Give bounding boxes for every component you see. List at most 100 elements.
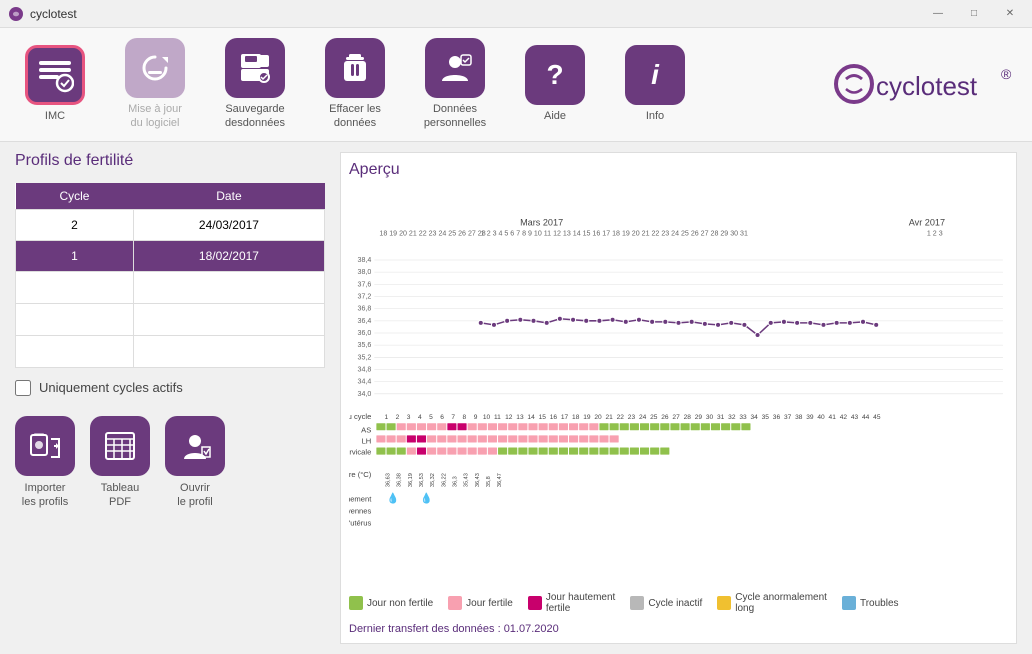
abnormal-color bbox=[717, 596, 731, 610]
fertile-color bbox=[448, 596, 462, 610]
svg-text:35,8: 35,8 bbox=[486, 476, 492, 487]
svg-text:Col de l'utérus: Col de l'utérus bbox=[349, 518, 371, 527]
toolbar-person[interactable]: Donnéespersonnelles bbox=[420, 38, 490, 131]
svg-text:33: 33 bbox=[739, 414, 747, 421]
svg-text:💧: 💧 bbox=[420, 491, 433, 504]
svg-text:®: ® bbox=[1001, 66, 1012, 82]
checkbox-row: Uniquement cycles actifs bbox=[15, 380, 325, 396]
svg-text:1 2 3 4 5 6 7 8 9 10 1: 1 2 3 4 5 6 7 8 9 10 11 12 13 14 15 16 1… bbox=[481, 229, 748, 237]
svg-text:17: 17 bbox=[561, 414, 569, 421]
svg-text:10: 10 bbox=[483, 414, 491, 421]
title-bar: cyclotest — □ ✕ bbox=[0, 0, 1032, 28]
svg-text:23: 23 bbox=[628, 414, 636, 421]
date-cell[interactable] bbox=[133, 303, 324, 335]
svg-text:36,43: 36,43 bbox=[475, 473, 481, 487]
legend-non-fertile: Jour non fertile bbox=[349, 596, 433, 610]
svg-text:3: 3 bbox=[407, 414, 411, 421]
svg-text:34: 34 bbox=[750, 414, 758, 421]
svg-text:2: 2 bbox=[396, 414, 400, 421]
date-cell[interactable]: 24/03/2017 bbox=[133, 209, 324, 240]
svg-text:25: 25 bbox=[650, 414, 658, 421]
svg-text:35,32: 35,32 bbox=[430, 473, 436, 487]
tableau-button[interactable]: TableauPDF bbox=[90, 416, 150, 510]
date-cell[interactable]: 18/02/2017 bbox=[133, 240, 324, 271]
svg-text:35: 35 bbox=[762, 414, 770, 421]
delete-label: Effacer lesdonnées bbox=[329, 102, 381, 131]
cycle-cell[interactable]: 2 bbox=[16, 209, 134, 240]
svg-text:28: 28 bbox=[684, 414, 692, 421]
svg-text:16: 16 bbox=[550, 414, 558, 421]
svg-text:15: 15 bbox=[539, 414, 547, 421]
import-icon bbox=[15, 416, 75, 476]
svg-text:36,53: 36,53 bbox=[419, 473, 425, 487]
svg-text:43: 43 bbox=[851, 414, 859, 421]
minimize-button[interactable]: — bbox=[924, 4, 952, 24]
help-label: Aide bbox=[544, 109, 566, 123]
date-cell[interactable] bbox=[133, 335, 324, 367]
fertility-profiles-title: Profils de fertilité bbox=[15, 152, 325, 170]
toolbar-imc[interactable]: IMC bbox=[20, 45, 90, 123]
ouvrir-button[interactable]: Ouvrirle profil bbox=[165, 416, 225, 510]
svg-text:36,8: 36,8 bbox=[358, 304, 372, 312]
maximize-button[interactable]: □ bbox=[960, 4, 988, 24]
toolbar-save[interactable]: Sauvegardedesdonnées bbox=[220, 38, 290, 131]
window-controls: — □ ✕ bbox=[924, 4, 1024, 24]
main-content: Profils de fertilité Cycle Date 224/03/2… bbox=[0, 142, 1032, 654]
legend-fertile: Jour fertile bbox=[448, 596, 513, 610]
svg-text:18: 18 bbox=[572, 414, 580, 421]
svg-text:Douleurs moyennes: Douleurs moyennes bbox=[349, 506, 371, 515]
info-label: Info bbox=[646, 109, 664, 123]
legend-area: Jour non fertile Jour fertile Jour haute… bbox=[349, 587, 1008, 619]
svg-text:37,2: 37,2 bbox=[358, 292, 372, 300]
cycle-cell[interactable] bbox=[16, 335, 134, 367]
bottom-buttons: Importerles profils bbox=[15, 416, 325, 510]
ouvrir-icon bbox=[165, 416, 225, 476]
update-icon bbox=[125, 38, 185, 98]
cycle-header: Cycle bbox=[16, 183, 134, 210]
info-icon: i bbox=[625, 45, 685, 105]
svg-text:37,6: 37,6 bbox=[358, 280, 372, 288]
svg-text:Jour du cycle: Jour du cycle bbox=[349, 412, 371, 421]
svg-text:6: 6 bbox=[440, 414, 444, 421]
import-button[interactable]: Importerles profils bbox=[15, 416, 75, 510]
inactive-color bbox=[630, 596, 644, 610]
close-button[interactable]: ✕ bbox=[996, 4, 1024, 24]
toolbar-help[interactable]: ? Aide bbox=[520, 45, 590, 123]
svg-text:1 2 3: 1 2 3 bbox=[927, 229, 943, 237]
cycle-cell[interactable]: 1 bbox=[16, 240, 134, 271]
svg-text:LH: LH bbox=[362, 436, 372, 445]
apercu-title: Aperçu bbox=[349, 161, 1008, 179]
save-icon bbox=[225, 38, 285, 98]
svg-text:cyclotest: cyclotest bbox=[876, 71, 978, 101]
svg-text:32: 32 bbox=[728, 414, 736, 421]
svg-text:Mars 2017: Mars 2017 bbox=[520, 217, 563, 227]
svg-text:💧: 💧 bbox=[387, 491, 400, 504]
svg-text:18 19 20 21 22 23 24 25 26 27: 18 19 20 21 22 23 24 25 26 27 28 bbox=[379, 229, 485, 237]
svg-text:45: 45 bbox=[873, 414, 881, 421]
svg-text:7: 7 bbox=[451, 414, 455, 421]
cycle-cell[interactable] bbox=[16, 271, 134, 303]
svg-text:Glaire cervicale: Glaire cervicale bbox=[349, 447, 371, 456]
save-label: Sauvegardedesdonnées bbox=[225, 102, 285, 131]
toolbar-update[interactable]: Mise à jourdu logiciel bbox=[120, 38, 190, 131]
tableau-label: TableauPDF bbox=[101, 481, 140, 510]
cycle-cell[interactable] bbox=[16, 303, 134, 335]
imc-icon bbox=[25, 45, 85, 105]
toolbar-info[interactable]: i Info bbox=[620, 45, 690, 123]
svg-text:31: 31 bbox=[717, 414, 725, 421]
svg-text:41: 41 bbox=[829, 414, 837, 421]
svg-text:36,63: 36,63 bbox=[386, 473, 392, 487]
svg-text:34,4: 34,4 bbox=[358, 377, 372, 385]
svg-text:20: 20 bbox=[594, 414, 602, 421]
person-label: Donnéespersonnelles bbox=[424, 102, 486, 131]
svg-text:Avr 2017: Avr 2017 bbox=[909, 217, 945, 227]
toolbar-delete[interactable]: Effacer lesdonnées bbox=[320, 38, 390, 131]
svg-text:36,19: 36,19 bbox=[408, 473, 414, 487]
svg-text:27: 27 bbox=[672, 414, 680, 421]
tableau-icon bbox=[90, 416, 150, 476]
svg-text:30: 30 bbox=[706, 414, 714, 421]
date-cell[interactable] bbox=[133, 271, 324, 303]
help-icon: ? bbox=[525, 45, 585, 105]
svg-text:21: 21 bbox=[606, 414, 614, 421]
active-cycles-checkbox[interactable] bbox=[15, 380, 31, 396]
